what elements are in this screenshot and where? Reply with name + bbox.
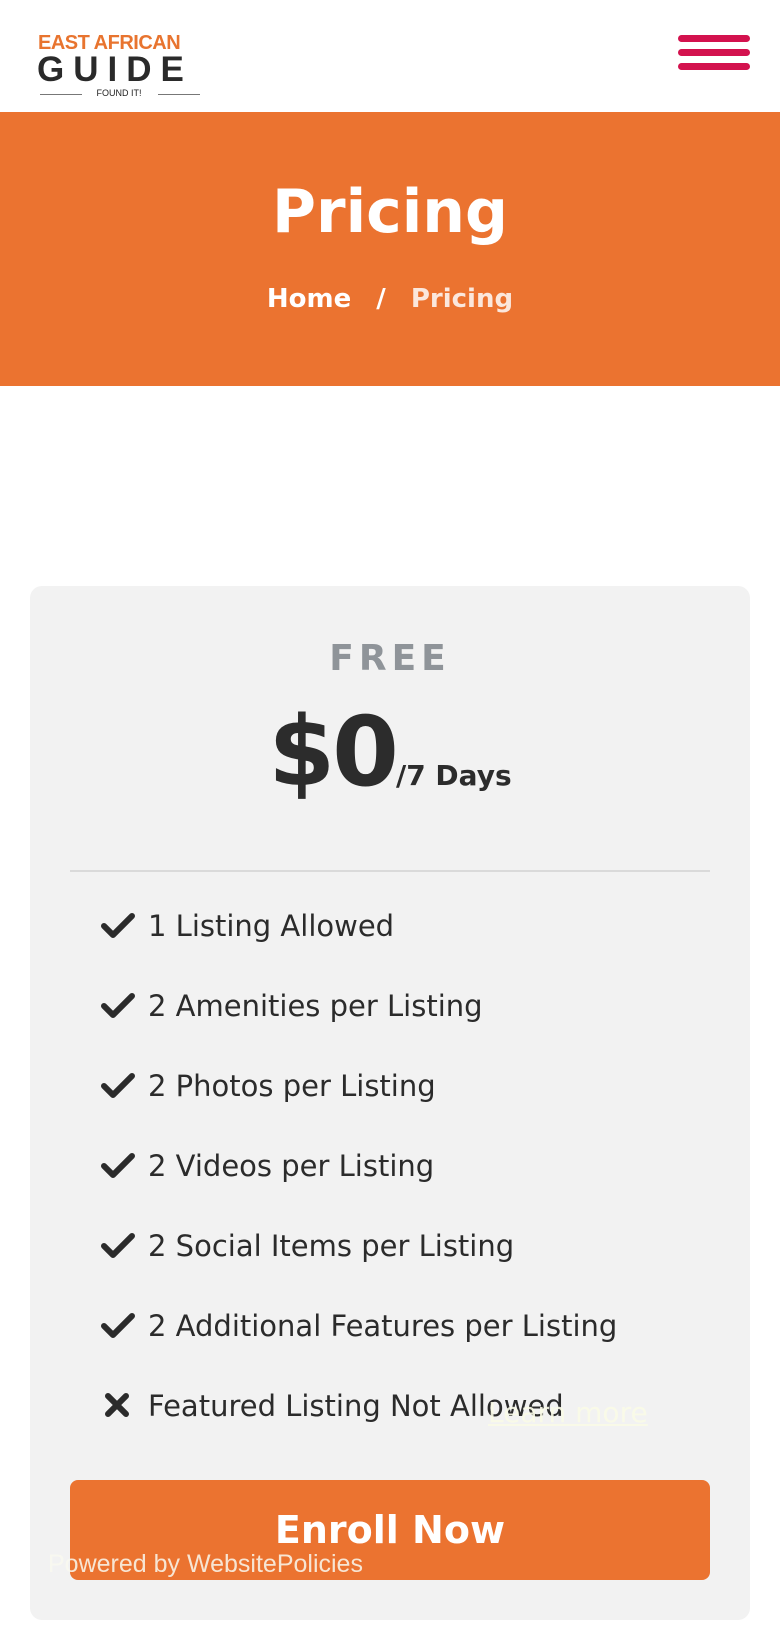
- page-title: Pricing: [272, 177, 508, 247]
- feature-item: 2 Photos per Listing: [100, 1068, 617, 1148]
- check-icon: [100, 908, 148, 944]
- check-icon: [100, 1228, 148, 1264]
- logo-line2: GUIDE: [37, 50, 193, 89]
- cross-icon: [100, 1388, 148, 1424]
- hamburger-icon-bar: [678, 63, 750, 70]
- check-icon: [100, 1148, 148, 1184]
- card-divider: [70, 870, 710, 872]
- hamburger-icon-bar: [678, 49, 750, 56]
- breadcrumb: Home / Pricing: [0, 284, 780, 314]
- feature-label: 2 Photos per Listing: [148, 1069, 436, 1103]
- check-icon: [100, 1308, 148, 1344]
- site-header: EAST AFRICAN GUIDE FOUND IT!: [0, 0, 780, 112]
- feature-item: 1 Listing Allowed: [100, 908, 617, 988]
- check-icon: [100, 1068, 148, 1104]
- feature-label: 2 Social Items per Listing: [148, 1229, 515, 1263]
- powered-by-text: Powered by WebsitePolicies: [48, 1550, 363, 1578]
- price-row: $0/7 Days: [30, 696, 750, 808]
- learn-more-link[interactable]: Learn more: [488, 1396, 648, 1429]
- feature-label: 1 Listing Allowed: [148, 909, 395, 943]
- feature-label: 2 Additional Features per Listing: [148, 1309, 618, 1343]
- plan-name: FREE: [329, 638, 451, 679]
- breadcrumb-separator: /: [376, 284, 386, 314]
- feature-list: 1 Listing Allowed 2 Amenities per Listin…: [100, 908, 617, 1468]
- feature-item: 2 Additional Features per Listing: [100, 1308, 617, 1388]
- feature-label: 2 Amenities per Listing: [148, 989, 483, 1023]
- breadcrumb-home-link[interactable]: Home: [267, 284, 351, 314]
- pricing-card: FREE $0/7 Days 1 Listing Allowed 2 Ameni…: [30, 586, 750, 1620]
- feature-label: 2 Videos per Listing: [148, 1149, 435, 1183]
- plan-period: /7 Days: [395, 759, 512, 792]
- hamburger-menu-button[interactable]: [678, 32, 750, 74]
- site-logo[interactable]: EAST AFRICAN GUIDE FOUND IT!: [34, 22, 206, 100]
- logo-tagline: FOUND IT!: [96, 88, 142, 98]
- plan-price: $0: [268, 696, 399, 808]
- feature-item: 2 Social Items per Listing: [100, 1228, 617, 1308]
- feature-item: 2 Amenities per Listing: [100, 988, 617, 1068]
- feature-item: 2 Videos per Listing: [100, 1148, 617, 1228]
- page-hero: Pricing Home / Pricing: [0, 112, 780, 386]
- logo-rule-right: [158, 94, 200, 95]
- hamburger-icon-bar: [678, 35, 750, 42]
- check-icon: [100, 988, 148, 1024]
- breadcrumb-current: Pricing: [410, 284, 514, 314]
